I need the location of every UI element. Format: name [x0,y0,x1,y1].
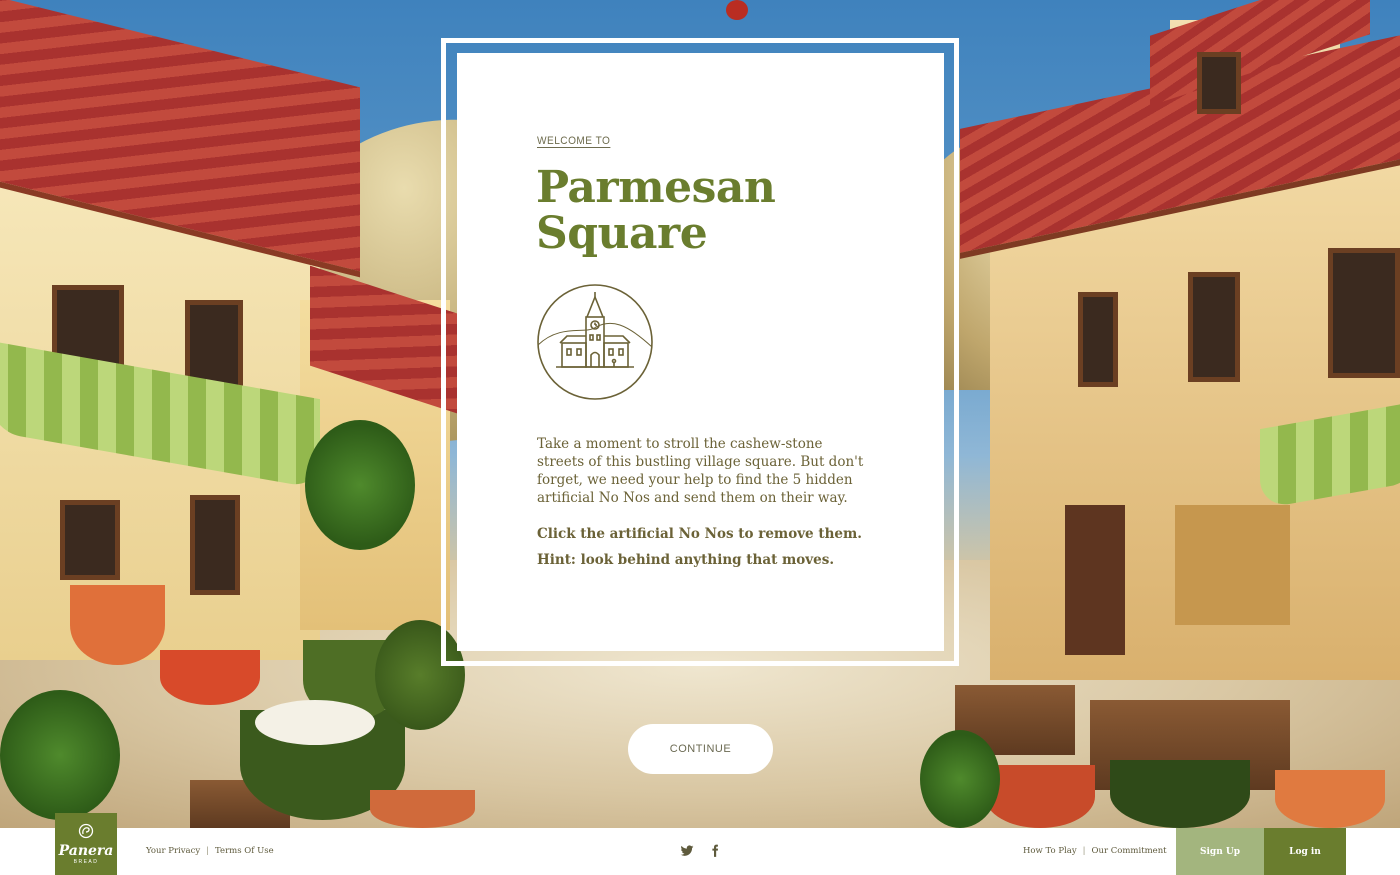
welcome-eyebrow: WELCOME TO [537,135,611,147]
window [1328,248,1400,378]
window [60,500,120,580]
clock-tower-icon [536,283,654,401]
tomato-top [726,0,748,20]
footer-left-links: Your Privacy | Terms Of Use [146,846,274,856]
door [1065,505,1125,655]
instruction-text: Click the artificial No Nos to remove th… [537,526,862,542]
bowl [70,585,165,665]
facebook-icon[interactable] [708,843,722,857]
bowl [370,790,475,828]
link-separator: | [1082,846,1086,856]
privacy-link[interactable]: Your Privacy [146,846,200,856]
twitter-icon[interactable] [680,843,694,857]
logo-brand-text: Panera [58,843,114,859]
panera-mark-icon [78,823,94,842]
sign-up-button[interactable]: Sign Up [1176,828,1264,875]
intro-description: Take a moment to stroll the cashew-stone… [537,436,864,506]
welcome-card: WELCOME TO Parmesan Square Take a moment… [457,53,944,651]
terms-link[interactable]: Terms Of Use [215,846,274,856]
window [1188,272,1240,382]
panera-logo[interactable]: Panera BREAD [55,813,117,875]
tree [305,420,415,550]
window [190,495,240,595]
continue-button[interactable]: CONTINUE [628,724,773,774]
logo-sub-text: BREAD [73,859,99,865]
window [1078,292,1118,387]
bowl [985,765,1095,828]
bowl [160,650,260,705]
bowl [1110,760,1250,828]
rice [255,700,375,745]
window [1197,52,1241,114]
link-separator: | [206,846,210,856]
social-links [680,843,722,857]
greens [0,690,120,820]
hint-text: Hint: look behind anything that moves. [537,552,835,568]
bowl [1275,770,1385,828]
footer-right-links: How To Play | Our Commitment [1023,846,1167,856]
our-commitment-link[interactable]: Our Commitment [1092,846,1167,856]
greens [920,730,1000,828]
bakery-shelf [1175,505,1290,625]
log-in-button[interactable]: Log in [1264,828,1346,875]
how-to-play-link[interactable]: How To Play [1023,846,1077,856]
location-title: Parmesan Square [536,162,776,259]
